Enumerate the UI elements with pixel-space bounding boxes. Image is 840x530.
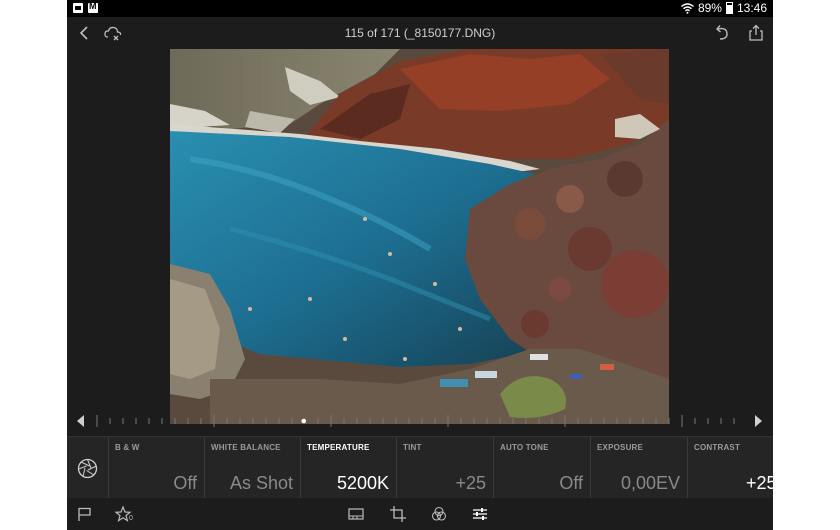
adjust-temperature[interactable]: TEMPERATURE 5200K	[300, 437, 397, 499]
crop-icon[interactable]	[389, 505, 407, 523]
clock: 13:46	[736, 1, 767, 15]
adjust-value: +25	[746, 473, 773, 493]
flag-icon[interactable]	[76, 505, 94, 523]
adjust-value: Off	[173, 473, 197, 493]
slider-right-arrow-icon	[755, 415, 762, 427]
top-bar: 115 of 171 (_8150177.DNG)	[67, 17, 773, 49]
adjust-value: 5200K	[336, 473, 389, 493]
status-bar: 89% 13:46	[67, 0, 773, 17]
adjust-label: B & W	[115, 443, 140, 452]
beach-photo	[170, 49, 669, 424]
adjust-value: +25	[455, 473, 486, 493]
adjust-value: As Shot	[229, 473, 293, 493]
adjust-contrast[interactable]: CONTRAST +25	[687, 437, 773, 499]
photo-title: 115 of 171 (_8150177.DNG)	[344, 26, 496, 40]
share-icon[interactable]	[746, 23, 766, 43]
undo-icon[interactable]	[712, 23, 732, 43]
adjust-tint[interactable]: TINT +25	[396, 437, 494, 499]
adjust-label: TINT	[403, 443, 422, 452]
adjust-bw[interactable]: B & W Off	[108, 437, 205, 499]
adjust-label: AUTO TONE	[500, 443, 549, 452]
filmstrip-icon[interactable]	[347, 505, 365, 523]
adjust-exposure[interactable]: EXPOSURE 0,00EV	[590, 437, 688, 499]
sliders-icon[interactable]	[471, 505, 489, 523]
adjust-label: CONTRAST	[694, 443, 741, 452]
adjust-auto-tone[interactable]: AUTO TONE Off	[493, 437, 591, 499]
aperture-icon[interactable]	[77, 458, 98, 479]
adjust-label: EXPOSURE	[597, 443, 644, 452]
wifi-icon	[680, 2, 694, 14]
adjust-label: WHITE BALANCE	[211, 443, 281, 452]
adjust-value: 0,00EV	[620, 473, 680, 493]
adjust-value: Off	[559, 473, 583, 493]
lightroom-app: 89% 13:46 115 of 171 (_8150177.DNG)	[67, 0, 773, 530]
adjust-label: TEMPERATURE	[307, 443, 370, 452]
battery-percent: 89%	[697, 1, 722, 15]
slider-track[interactable]	[67, 410, 773, 434]
presets-icon[interactable]	[430, 505, 448, 523]
photo-canvas[interactable]	[170, 49, 669, 424]
rating-count: 0	[129, 515, 133, 522]
battery-icon	[725, 2, 733, 14]
adjust-white-balance[interactable]: WHITE BALANCE As Shot	[204, 437, 301, 499]
adjust-tool-cell[interactable]	[67, 437, 108, 499]
bottom-toolbar: 0	[67, 498, 773, 530]
gallery-icon	[73, 3, 83, 13]
temperature-slider[interactable]	[67, 410, 773, 434]
slider-thumb	[301, 418, 307, 424]
slider-left-arrow-icon	[77, 415, 84, 427]
adjustment-bar: B & W Off WHITE BALANCE As Shot TEMPERAT…	[67, 436, 773, 499]
gmail-icon	[88, 1, 98, 13]
